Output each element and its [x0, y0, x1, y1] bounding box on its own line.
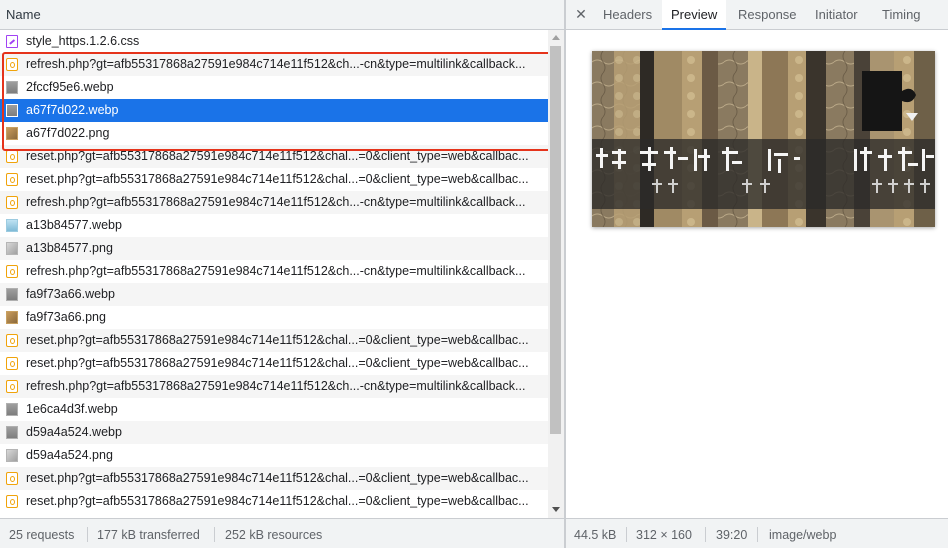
script-file-icon [6, 58, 18, 71]
tab-preview[interactable]: Preview [662, 0, 727, 30]
request-row[interactable]: reset.php?gt=afb55317868a27591e984c714e1… [0, 329, 548, 352]
request-name: reset.php?gt=afb55317868a27591e984c714e1… [26, 149, 529, 163]
summary-bar: 25 requests 177 kB transferred 252 kB re… [0, 518, 564, 548]
request-row[interactable]: reset.php?gt=afb55317868a27591e984c714e1… [0, 467, 548, 490]
image-file-icon [6, 81, 18, 94]
script-file-icon [6, 380, 18, 393]
request-list: Name style_https.1.2.6.css refresh.php?gt… [0, 0, 564, 548]
tab-timing[interactable]: Timing [873, 0, 930, 29]
script-file-icon [6, 495, 18, 508]
tab-response[interactable]: Response [729, 0, 806, 29]
css-file-icon [6, 35, 18, 48]
request-row[interactable]: a67f7d022.webp [0, 99, 548, 122]
request-name: 1e6ca4d3f.webp [26, 402, 118, 416]
request-name: 2fccf95e6.webp [26, 80, 114, 94]
name-column-label: Name [6, 7, 41, 22]
image-file-icon [6, 127, 18, 140]
image-file-icon [6, 311, 18, 324]
request-row[interactable]: refresh.php?gt=afb55317868a27591e984c714… [0, 375, 548, 398]
divider [705, 527, 706, 542]
request-row[interactable]: fa9f73a66.webp [0, 283, 548, 306]
image-dimensions: 312 × 160 [636, 528, 692, 542]
request-rows: style_https.1.2.6.css refresh.php?gt=afb5… [0, 30, 548, 518]
request-name: reset.php?gt=afb55317868a27591e984c714e1… [26, 494, 529, 508]
request-row[interactable]: refresh.php?gt=afb55317868a27591e984c714… [0, 191, 548, 214]
divider [214, 527, 215, 542]
close-icon[interactable]: ✕ [572, 5, 590, 23]
script-file-icon [6, 472, 18, 485]
mime-type: image/webp [769, 528, 837, 542]
divider [757, 527, 758, 542]
detail-panel: ✕ Headers Preview Response Initiator Tim… [566, 0, 948, 548]
name-column-header[interactable]: Name [0, 0, 564, 30]
scroll-down-arrow-icon[interactable] [548, 504, 564, 516]
transferred-size: 177 kB transferred [97, 528, 200, 542]
request-row[interactable]: refresh.php?gt=afb55317868a27591e984c714… [0, 260, 548, 283]
request-row[interactable]: a67f7d022.png [0, 122, 548, 145]
request-name: fa9f73a66.png [26, 310, 106, 324]
tab-headers[interactable]: Headers [594, 0, 661, 29]
request-name: style_https.1.2.6.css [26, 34, 140, 48]
devtools-network-panel: Name style_https.1.2.6.css refresh.php?gt… [0, 0, 948, 548]
script-file-icon [6, 173, 18, 186]
request-name: refresh.php?gt=afb55317868a27591e984c714… [26, 195, 526, 209]
request-row[interactable]: reset.php?gt=afb55317868a27591e984c714e1… [0, 168, 548, 191]
script-file-icon [6, 196, 18, 209]
request-name: fa9f73a66.webp [26, 287, 115, 301]
request-name: refresh.php?gt=afb55317868a27591e984c714… [26, 264, 526, 278]
tab-initiator[interactable]: Initiator [806, 0, 867, 29]
request-row[interactable]: reset.php?gt=afb55317868a27591e984c714e1… [0, 145, 548, 168]
request-name: reset.php?gt=afb55317868a27591e984c714e1… [26, 333, 529, 347]
request-row[interactable]: reset.php?gt=afb55317868a27591e984c714e1… [0, 490, 548, 513]
scroll-up-arrow-icon[interactable] [548, 32, 564, 44]
request-name: refresh.php?gt=afb55317868a27591e984c714… [26, 57, 526, 71]
request-name: reset.php?gt=afb55317868a27591e984c714e1… [26, 172, 529, 186]
request-name: a13b84577.webp [26, 218, 122, 232]
request-name: d59a4a524.png [26, 448, 113, 462]
time-label: 39:20 [716, 528, 748, 542]
request-row[interactable]: 1e6ca4d3f.webp [0, 398, 548, 421]
request-row[interactable]: 2fccf95e6.webp [0, 76, 548, 99]
script-file-icon [6, 265, 18, 278]
divider [87, 527, 88, 542]
request-row[interactable]: a13b84577.png [0, 237, 548, 260]
request-row[interactable]: style_https.1.2.6.css [0, 30, 548, 53]
image-file-icon [6, 403, 18, 416]
script-file-icon [6, 357, 18, 370]
image-file-icon [6, 104, 18, 117]
script-file-icon [6, 334, 18, 347]
resources-size: 252 kB resources [225, 528, 323, 542]
request-row[interactable]: fa9f73a66.png [0, 306, 548, 329]
requests-count: 25 requests [9, 528, 75, 542]
image-file-icon [6, 288, 18, 301]
image-file-icon [6, 426, 18, 439]
captcha-image-preview [592, 51, 935, 227]
request-row[interactable]: d59a4a524.webp [0, 421, 548, 444]
preview-info-bar: 44.5 kB 312 × 160 39:20 image/webp [566, 518, 948, 548]
request-name: refresh.php?gt=afb55317868a27591e984c714… [26, 379, 526, 393]
request-name: a67f7d022.webp [26, 103, 119, 117]
image-file-icon [6, 242, 18, 255]
request-name: reset.php?gt=afb55317868a27591e984c714e1… [26, 471, 529, 485]
image-file-icon [6, 449, 18, 462]
request-row[interactable]: reset.php?gt=afb55317868a27591e984c714e1… [0, 352, 548, 375]
request-name: a67f7d022.png [26, 126, 110, 140]
divider [626, 527, 627, 542]
image-file-icon [6, 219, 18, 232]
request-name: d59a4a524.webp [26, 425, 122, 439]
request-row[interactable]: d59a4a524.png [0, 444, 548, 467]
resource-size: 44.5 kB [574, 528, 617, 542]
request-row[interactable]: refresh.php?gt=afb55317868a27591e984c714… [0, 53, 548, 76]
request-name: reset.php?gt=afb55317868a27591e984c714e1… [26, 356, 529, 370]
scrollbar-thumb[interactable] [550, 46, 561, 434]
scrambled-captcha-image [592, 51, 935, 227]
script-file-icon [6, 150, 18, 163]
request-row[interactable]: a13b84577.webp [0, 214, 548, 237]
request-name: a13b84577.png [26, 241, 113, 255]
detail-tabs: ✕ Headers Preview Response Initiator Tim… [566, 0, 948, 30]
